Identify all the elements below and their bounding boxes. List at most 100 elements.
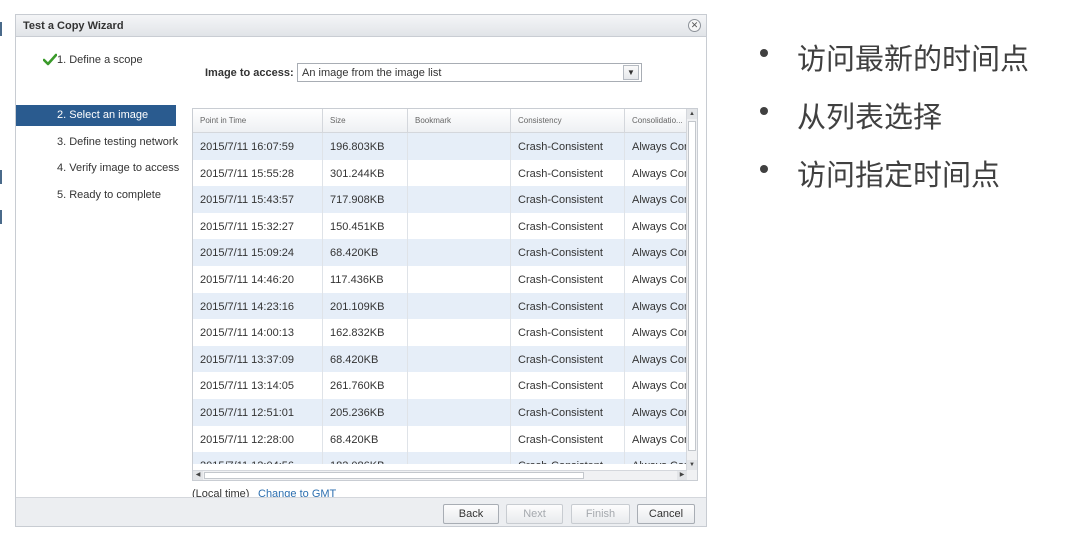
scroll-left-icon[interactable]: ◀ — [193, 471, 203, 480]
cell-point-in-time: 2015/7/11 14:00:13 — [193, 319, 323, 346]
cell-bookmark — [408, 159, 511, 187]
table-row[interactable]: 2015/7/11 15:32:27 150.451KB Crash-Consist… — [193, 212, 687, 240]
cell-consistency: Crash-Consistent — [511, 212, 625, 240]
cell-bookmark — [408, 399, 511, 426]
cell-consolidation: Always Con — [632, 353, 687, 366]
table-row[interactable]: 2015/7/11 14:46:20 117.436KB Crash-Consist… — [193, 266, 687, 293]
horizontal-scrollbar[interactable]: ◀ ▶ — [193, 470, 687, 480]
wizard-footer: Back Next Finish Cancel — [16, 497, 706, 526]
cell-bookmark — [408, 212, 511, 240]
table-row[interactable]: 2015/7/11 15:43:57 717.908KB Crash-Consist… — [193, 186, 687, 213]
step-verify-image[interactable]: 4. Verify image to access — [16, 158, 179, 179]
cell-size: 201.109KB — [323, 292, 408, 320]
chevron-down-icon[interactable]: ▼ — [623, 65, 639, 80]
table-row[interactable]: 2015/7/11 15:09:24 68.420KB Crash-Consiste… — [193, 239, 687, 266]
cell-bookmark — [408, 292, 511, 320]
cell-consistency: Crash-Consistent — [511, 266, 625, 293]
close-icon[interactable]: ✕ — [688, 19, 701, 32]
cell-consistency: Crash-Consistent — [511, 372, 625, 399]
cell-consistency: Crash-Consistent — [511, 319, 625, 346]
column-consistency[interactable]: Consistency — [511, 109, 625, 133]
column-bookmark[interactable]: Bookmark — [408, 109, 511, 133]
table-header: Point in Time Size Bookmark Consistency … — [193, 109, 687, 133]
cell-point-in-time: 2015/7/11 12:28:00 — [193, 425, 323, 453]
step-select-image[interactable]: 2. Select an image — [16, 105, 176, 126]
table-row[interactable]: 2015/7/11 12:04:56182.086KB Crash-Consist… — [193, 452, 687, 464]
cell-consolidation: Always Con — [632, 327, 687, 340]
cell-size: 182.086KB — [323, 452, 408, 464]
back-button[interactable]: Back — [443, 504, 499, 524]
cell-size: 717.908KB — [323, 186, 408, 213]
next-button[interactable]: Next — [506, 504, 563, 524]
cell-size: 117.436KB — [323, 266, 408, 293]
cell-size: 301.244KB — [323, 159, 408, 187]
step-define-testing-network[interactable]: 3. Define testing network — [16, 132, 178, 153]
cell-bookmark — [408, 372, 511, 399]
cell-bookmark — [408, 425, 511, 453]
table-row[interactable]: 2015/7/11 15:55:28 301.244KB Crash-Consist… — [193, 159, 687, 187]
scrollbar-thumb[interactable] — [688, 121, 696, 451]
cell-consolidation: Always Con — [632, 247, 687, 260]
cell-consolidation: Always Con — [632, 407, 687, 419]
cell-consolidation: Always Con — [632, 433, 687, 446]
cell-consolidation: Always Con — [632, 167, 687, 180]
image-list-table: Point in Time Size Bookmark Consistency … — [192, 108, 698, 481]
scroll-right-icon[interactable]: ▶ — [677, 471, 687, 480]
step-label: 1. Define a scope — [57, 54, 143, 66]
bullet-item: 访问指定时间点 — [760, 152, 1078, 210]
cell-consolidation: Always Con — [632, 380, 687, 393]
cell-consistency: Crash-Consistent — [511, 425, 625, 453]
table-row[interactable]: 2015/7/11 12:28:00 68.420KB Crash-Consiste… — [193, 425, 687, 453]
cell-bookmark — [408, 186, 511, 213]
column-size[interactable]: Size — [323, 109, 408, 133]
cell-point-in-time: 2015/7/11 14:23:16 — [193, 292, 323, 320]
cell-consistency: Crash-Consistent — [511, 292, 625, 320]
cell-point-in-time: 2015/7/11 15:09:24 — [193, 239, 323, 266]
scroll-up-icon[interactable]: ▲ — [687, 109, 697, 119]
table-row[interactable]: 2015/7/11 16:07:59 196.803KB Crash-Consist… — [193, 133, 687, 160]
cell-consolidation: Always Con — [632, 194, 687, 207]
table-body: 2015/7/11 16:07:59 196.803KB Crash-Consist… — [193, 133, 687, 464]
cell-point-in-time: 2015/7/11 15:32:27 — [193, 212, 323, 240]
cell-point-in-time: 2015/7/11 13:37:09 — [193, 345, 323, 373]
bullet-item: 从列表选择 — [760, 94, 1078, 152]
cell-point-in-time: 2015/7/11 15:43:57 — [193, 186, 323, 213]
step-label: 5. Ready to complete — [57, 189, 161, 201]
image-to-access-select[interactable]: An image from the image list ▼ — [297, 63, 642, 82]
cell-consistency: Crash-Consistent — [511, 452, 625, 464]
table-row[interactable]: 2015/7/11 13:14:05 261.760KB Crash-Consist… — [193, 372, 687, 399]
bullet-dot-icon — [760, 165, 768, 173]
scrollbar-thumb[interactable] — [204, 472, 584, 479]
finish-button[interactable]: Finish — [571, 504, 630, 524]
column-point-in-time[interactable]: Point in Time — [193, 109, 323, 133]
step-label: 2. Select an image — [57, 109, 149, 121]
vertical-scrollbar[interactable]: ▲ ▼ — [686, 109, 697, 480]
cell-consistency: Crash-Consistent — [511, 239, 625, 266]
scroll-down-icon[interactable]: ▼ — [687, 460, 697, 470]
table-row[interactable]: 2015/7/11 12:51:01 205.236KB Crash-Consist… — [193, 399, 687, 426]
cell-size: 205.236KB — [323, 399, 408, 426]
cell-point-in-time: 2015/7/11 14:46:20 — [193, 266, 323, 293]
bullet-text: 访问最新的时间点 — [797, 42, 1030, 76]
cell-size: 68.420KB — [323, 345, 408, 373]
column-consolidation[interactable]: Consolidatio... — [625, 109, 687, 133]
cell-point-in-time: 2015/7/11 16:07:59 — [193, 133, 323, 160]
table-row[interactable]: 2015/7/11 13:37:09 68.420KB Crash-Consiste… — [193, 345, 687, 373]
cell-size: 68.420KB — [323, 239, 408, 266]
cell-consolidation: Always Con — [632, 300, 687, 313]
step-define-scope[interactable]: 1. Define a scope — [16, 50, 176, 71]
cell-point-in-time: 2015/7/11 12:04:56 — [193, 452, 323, 464]
cell-bookmark — [408, 319, 511, 346]
cell-consistency: Crash-Consistent — [511, 159, 625, 187]
cell-consolidation: Always Con — [625, 452, 687, 464]
bullet-text: 从列表选择 — [797, 100, 943, 134]
cancel-button[interactable]: Cancel — [637, 504, 695, 524]
table-row[interactable]: 2015/7/11 14:00:13 162.832KB Crash-Consist… — [193, 319, 687, 346]
cell-bookmark — [408, 345, 511, 373]
cell-bookmark — [408, 266, 511, 293]
image-to-access-value: An image from the image list — [302, 67, 442, 79]
cell-consistency: Crash-Consistent — [511, 133, 625, 160]
cell-bookmark — [408, 239, 511, 266]
table-row[interactable]: 2015/7/11 14:23:16 201.109KB Crash-Consist… — [193, 292, 687, 320]
step-ready-to-complete[interactable]: 5. Ready to complete — [16, 185, 176, 206]
